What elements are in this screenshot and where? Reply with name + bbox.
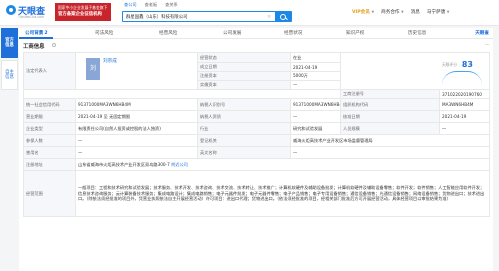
nav-messages[interactable]: 消息	[411, 9, 420, 15]
tab-operating-status[interactable]: 经营状况	[284, 30, 302, 36]
former-name-value: 一	[75, 146, 198, 159]
authority-key: 登记机关	[197, 134, 291, 147]
org-code-key: 组织机构代码	[340, 98, 440, 111]
tab-ip[interactable]: 知识产权	[346, 30, 364, 36]
address-cell: 山东省威海市火炬高技术产业开发区双岛路300-7 附近公司	[75, 158, 490, 171]
term-value: 2021-04-19 至 无固定期限	[75, 110, 198, 123]
search-type-tabs: 查公司 查老板 查关系	[124, 2, 178, 9]
insured-value: 一	[75, 134, 198, 147]
legal-rep-name[interactable]: 刘宗成	[103, 58, 117, 64]
tab-history[interactable]: 历史信息	[408, 30, 426, 36]
tab-background-badge: 2	[44, 31, 48, 36]
nav-user[interactable]: 马宁萨唐 ▼	[427, 9, 450, 15]
gov-badge-line2: 官方备案企业征信机构	[58, 12, 102, 17]
type-key: 企业类型	[23, 122, 76, 135]
insured-key: 参保人数	[23, 134, 76, 147]
clear-icon[interactable]: ×	[267, 14, 271, 20]
taxpayer-id-key: 纳税人识别号	[197, 98, 291, 111]
address-value: 山东省威海市火炬高技术产业开发区双岛路300-7	[78, 161, 170, 167]
company-card: 公司背景2 司法风险 经营风险 公司发展 经营状况 知识产权 历史信息 天眼查 …	[19, 28, 493, 271]
section-right-label: 一	[485, 42, 489, 47]
tab-background-label: 公司背景	[25, 31, 44, 36]
legal-rep-box: 刘 刘宗成	[78, 54, 195, 88]
est-date-key: 成立日期	[197, 62, 291, 72]
brand-mini-logo: 天眼查	[475, 31, 489, 36]
biz-reg-no-key: 工商注册号	[340, 89, 440, 99]
scope-key: 经营范围	[23, 170, 76, 217]
business-info-table: 法定代表人 刘 刘宗成 经营状态 在业 天眼评分 83 成立日期 2021-04…	[23, 52, 490, 217]
chevron-down-icon: ▼	[446, 10, 450, 14]
en-name-value: 一	[290, 146, 490, 159]
chevron-down-icon: ▼	[371, 10, 375, 14]
score-label: 天眼评分	[441, 62, 457, 67]
spacer-cell	[23, 89, 341, 99]
info-icon[interactable]	[52, 43, 56, 47]
est-date-value: 2021-04-19	[290, 62, 341, 72]
search-input-value: 群星国鑫（山东）科技有限公司	[126, 15, 188, 20]
industry-key: 行业	[197, 122, 291, 135]
search-tab-company[interactable]: 查公司	[124, 2, 137, 9]
taxpayer-q-key: 纳税人资质	[197, 110, 291, 123]
search-tab-relation[interactable]: 查关系	[165, 2, 178, 9]
org-code-value: MA3WN6HB4M	[439, 98, 490, 111]
legal-rep-cell: 刘 刘宗成	[75, 52, 198, 90]
nearby-companies-link[interactable]: 附近公司	[171, 162, 188, 167]
nav-vip[interactable]: VIP会员 ▼	[352, 9, 374, 15]
address-key: 注册地址	[23, 158, 76, 171]
active-tab-indicator	[19, 37, 53, 39]
paid-cap-key: 实缴资本	[197, 80, 291, 90]
side-item-self[interactable]: 自主信息	[1, 60, 18, 90]
reg-cap-value: 5000万	[290, 71, 341, 81]
reg-cap-key: 注册资本	[197, 71, 291, 81]
nav-business[interactable]: 商务合作 ▼	[381, 9, 404, 15]
approve-date-value: 2021-04-19	[439, 110, 490, 123]
top-nav: VIP会员 ▼ 商务合作 ▼ 消息 马宁萨唐 ▼	[352, 9, 449, 15]
side-item-official[interactable]: 官方信息	[1, 28, 18, 58]
taxpayer-id-value: 91371000MA3WN6HB4M	[290, 98, 341, 111]
score-number[interactable]: 83	[462, 60, 473, 69]
section-title: 工商信息	[23, 44, 45, 50]
approve-date-key: 核准日期	[340, 110, 440, 123]
credit-code-key: 统一社会信用代码	[23, 98, 76, 111]
term-key: 营业期限	[23, 110, 76, 123]
scope-value: 一般项目：工程和技术研究和试验发展；技术服务、技术开发、技术咨询、技术交流、技术…	[75, 170, 490, 217]
top-header: 天眼查 TianYanCha.com 国家中小企业发展子基金旗下 官方备案企业征…	[0, 0, 499, 26]
type-value: 有限责任公司(自然人投资或控股的法人独资)	[75, 122, 198, 135]
credit-code-value: 91371000MA3WN6HB4M	[75, 98, 198, 111]
biz-reg-no-value: 371022020190760	[439, 89, 490, 99]
status-key: 经营状态	[197, 52, 291, 63]
legal-rep-avatar[interactable]: 刘	[86, 58, 100, 80]
taxpayer-q-value: 一	[290, 110, 341, 123]
eye-logo-icon[interactable]	[6, 5, 16, 15]
gov-badge[interactable]: 国家中小企业发展子基金旗下 官方备案企业征信机构	[55, 3, 111, 21]
en-name-key: 英文名称	[197, 146, 291, 159]
industry-value: 研究和试验发展	[290, 122, 341, 135]
authority-value: 威海火炬高技术产业开发区市场监督管理局	[290, 134, 490, 147]
score-gauge	[442, 71, 482, 85]
tab-operating-risk[interactable]: 经营风险	[159, 30, 177, 36]
score-cell: 天眼评分 83	[340, 52, 490, 90]
former-name-key: 曾用名	[23, 146, 76, 159]
legal-rep-key: 法定代表人	[23, 52, 76, 90]
tab-background[interactable]: 公司背景2	[25, 30, 48, 36]
search-input[interactable]: 群星国鑫（山东）科技有限公司 ×	[122, 11, 292, 22]
tab-legal-risk[interactable]: 司法风险	[95, 30, 113, 36]
staff-value: 一	[439, 122, 490, 135]
search-button[interactable]	[275, 12, 291, 21]
score-box: 天眼评分 83	[343, 54, 487, 88]
side-nav: 官方信息 自主信息	[1, 28, 18, 90]
nav-user-label: 马宁萨唐	[426, 10, 446, 15]
detail-tabs: 公司背景2 司法风险 经营风险 公司发展 经营状况 知识产权 历史信息 天眼查	[19, 28, 493, 39]
nav-business-label: 商务合作	[381, 10, 400, 15]
chevron-down-icon: ▼	[401, 10, 404, 14]
staff-key: 人员规模	[340, 122, 440, 135]
status-value: 在业	[290, 52, 341, 63]
nav-vip-label: VIP会员	[352, 10, 370, 15]
paid-cap-value: 一	[290, 80, 341, 90]
site-url: TianYanCha.com	[18, 15, 45, 19]
tab-development[interactable]: 公司发展	[223, 30, 241, 36]
search-tab-boss[interactable]: 查老板	[145, 2, 158, 9]
